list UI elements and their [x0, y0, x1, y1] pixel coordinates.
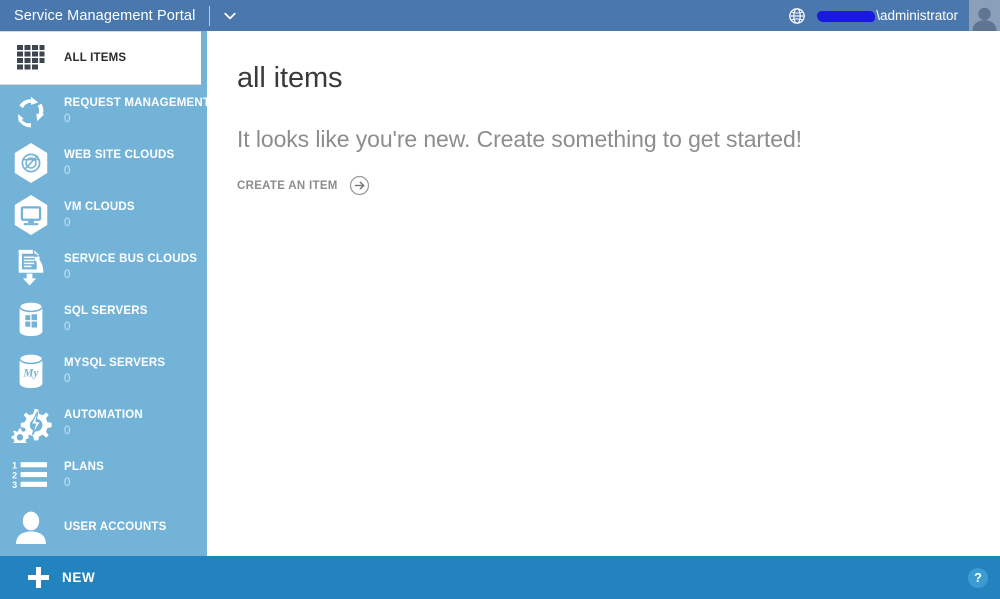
document-arrow-down-icon: [10, 246, 52, 288]
sidebar-item-text: AUTOMATION 0: [64, 409, 143, 436]
sidebar-item-text: WEB SITE CLOUDS 0: [64, 149, 174, 176]
sidebar-item-label: MYSQL SERVERS: [64, 357, 166, 370]
sidebar-item-mysql-servers[interactable]: My MYSQL SERVERS 0: [0, 345, 207, 397]
arrow-right-circle-icon[interactable]: [349, 175, 370, 196]
hexagon-globe-icon: [10, 142, 52, 184]
sidebar-item-label: PLANS: [64, 461, 104, 474]
sidebar-item-text: USER ACCOUNTS: [64, 521, 166, 533]
help-icon[interactable]: ?: [968, 567, 988, 588]
database-windows-icon: [10, 298, 52, 340]
main-content: all items It looks like you're new. Crea…: [207, 31, 1000, 556]
sidebar-item-label: AUTOMATION: [64, 409, 143, 422]
sidebar-item-text: SQL SERVERS 0: [64, 305, 148, 332]
sidebar-item-text: REQUEST MANAGEMENT 0: [64, 97, 207, 124]
sidebar-item-text: MYSQL SERVERS 0: [64, 357, 165, 384]
empty-state-message: It looks like you're new. Create somethi…: [237, 126, 802, 152]
sidebar-item-text: VM CLOUDS 0: [64, 201, 135, 228]
redacted-domain-mark: [817, 11, 876, 22]
user-name-text: \administrator: [876, 8, 958, 23]
grid-icon: [10, 37, 52, 79]
help-label: ?: [974, 570, 982, 585]
globe-icon[interactable]: [786, 5, 808, 27]
new-button[interactable]: NEW: [0, 556, 95, 599]
sidebar-item-label: REQUEST MANAGEMENT: [64, 97, 207, 110]
new-button-label: NEW: [62, 570, 96, 585]
portal-window: Service Management Portal \administrator: [0, 0, 1000, 599]
sidebar-item-label: ALL ITEMS: [64, 51, 127, 64]
sidebar-item-label: WEB SITE CLOUDS: [64, 149, 175, 162]
sidebar-item-count: 0: [64, 164, 71, 177]
sidebar-item-label: SQL SERVERS: [64, 305, 148, 318]
svg-text:3: 3: [12, 480, 17, 490]
sidebar-item-count: 0: [64, 476, 71, 489]
sidebar-item-automation[interactable]: AUTOMATION 0: [0, 397, 207, 449]
sidebar-item-service-bus-clouds[interactable]: SERVICE BUS CLOUDS 0: [0, 241, 207, 293]
sidebar-item-label: SERVICE BUS CLOUDS: [64, 253, 198, 266]
app-title: Service Management Portal: [14, 7, 196, 24]
top-header-bar: Service Management Portal \administrator: [0, 0, 1000, 31]
hexagon-monitor-icon: [10, 194, 52, 236]
sidebar-item-count: 0: [64, 320, 71, 333]
user-account-label[interactable]: \administrator: [817, 8, 958, 23]
gears-bolt-icon: [10, 402, 52, 444]
sidebar-item-request-management[interactable]: REQUEST MANAGEMENT 0: [0, 85, 207, 137]
sidebar-item-label: VM CLOUDS: [64, 201, 135, 214]
numbered-list-icon: 1 2 3: [10, 454, 52, 496]
avatar[interactable]: [969, 0, 1000, 31]
svg-text:1: 1: [12, 460, 17, 470]
bottom-command-bar: NEW ?: [0, 556, 1000, 599]
database-mysql-icon: My: [10, 350, 52, 392]
sidebar-item-sql-servers[interactable]: SQL SERVERS 0: [0, 293, 207, 345]
create-an-item-label: CREATE AN ITEM: [237, 179, 338, 192]
svg-text:2: 2: [12, 470, 17, 480]
sidebar-item-count: 0: [64, 112, 71, 125]
plus-icon: [27, 567, 49, 589]
sidebar-item-user-accounts[interactable]: USER ACCOUNTS: [0, 501, 207, 553]
svg-text:My: My: [22, 368, 39, 380]
sidebar-item-web-site-clouds[interactable]: WEB SITE CLOUDS 0: [0, 137, 207, 189]
header-divider: [209, 5, 211, 26]
person-icon: [10, 506, 52, 548]
sidebar-item-plans[interactable]: 1 2 3 PLANS 0: [0, 449, 207, 501]
sidebar-item-label: USER ACCOUNTS: [64, 520, 167, 533]
header-right-group: \administrator: [786, 0, 1000, 31]
sidebar-item-all-items[interactable]: ALL ITEMS: [0, 31, 201, 85]
page-title: all items: [237, 62, 343, 94]
sidebar-item-count: 0: [64, 372, 71, 385]
chevron-down-icon[interactable]: [221, 7, 239, 25]
sidebar-item-count: 0: [64, 424, 71, 437]
sidebar-item-vm-clouds[interactable]: VM CLOUDS 0: [0, 189, 207, 241]
recycle-arrows-icon: [10, 90, 52, 132]
sidebar-item-text: PLANS 0: [64, 461, 104, 488]
sidebar-item-count: 0: [64, 268, 71, 281]
create-an-item-link[interactable]: CREATE AN ITEM: [207, 153, 1000, 196]
sidebar-item-text: ALL ITEMS: [64, 52, 126, 64]
sidebar-navigation: ALL ITEMS REQUEST MANAGEMENT 0 WEB SITE …: [0, 31, 207, 556]
sidebar-item-count: 0: [64, 216, 71, 229]
sidebar-item-text: SERVICE BUS CLOUDS 0: [64, 253, 197, 280]
